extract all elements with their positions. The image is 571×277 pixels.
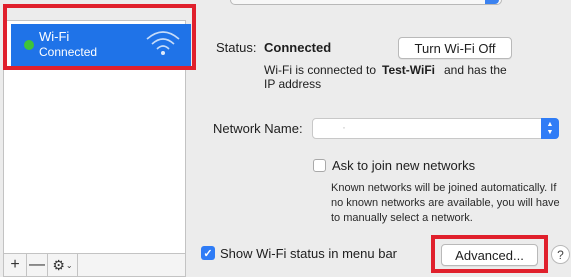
status-description-line2: IP address <box>264 77 322 91</box>
network-name-label: Network Name: <box>213 121 303 136</box>
help-text-line: to manually select a network. <box>331 212 473 224</box>
turn-wifi-off-button[interactable]: Turn Wi-Fi Off <box>398 37 512 59</box>
highlight-box-network-item <box>3 4 196 70</box>
highlight-box-advanced <box>431 235 548 273</box>
network-name-select[interactable] <box>312 118 559 139</box>
status-label: Status: <box>216 40 257 55</box>
add-network-button[interactable]: + <box>4 254 27 276</box>
action-menu-button[interactable]: ⚙ ⌄ <box>48 254 78 276</box>
status-value: Connected <box>264 40 332 55</box>
show-status-checkbox[interactable]: ✓ <box>201 246 215 260</box>
select-stepper-icon[interactable]: ▲ ▼ <box>541 118 559 139</box>
status-description-part2: and has the <box>444 63 507 77</box>
ask-to-join-checkbox[interactable] <box>313 159 326 172</box>
help-button[interactable]: ? <box>551 245 570 264</box>
show-status-label: Show Wi-Fi status in menu bar <box>220 246 398 261</box>
gear-icon: ⚙ <box>52 256 65 273</box>
connected-ssid: Test-WiFi <box>382 63 435 77</box>
list-toolbar: + — ⚙ ⌄ <box>3 253 186 277</box>
remove-network-button[interactable]: — <box>27 254 48 276</box>
top-segmented-control[interactable] <box>230 0 502 5</box>
status-description-part1: Wi-Fi is connected to <box>264 63 377 77</box>
ask-to-join-label: Ask to join new networks <box>332 158 476 173</box>
help-text-line: no known networks are available, you wil… <box>331 197 560 209</box>
help-text-line: Known networks will be joined automatica… <box>331 182 557 194</box>
chevron-down-icon: ⌄ <box>65 260 73 270</box>
ask-to-join-help-text: Known networks will be joined automatica… <box>331 181 560 226</box>
network-name-value: · <box>342 120 346 134</box>
top-control-accent <box>485 0 499 4</box>
